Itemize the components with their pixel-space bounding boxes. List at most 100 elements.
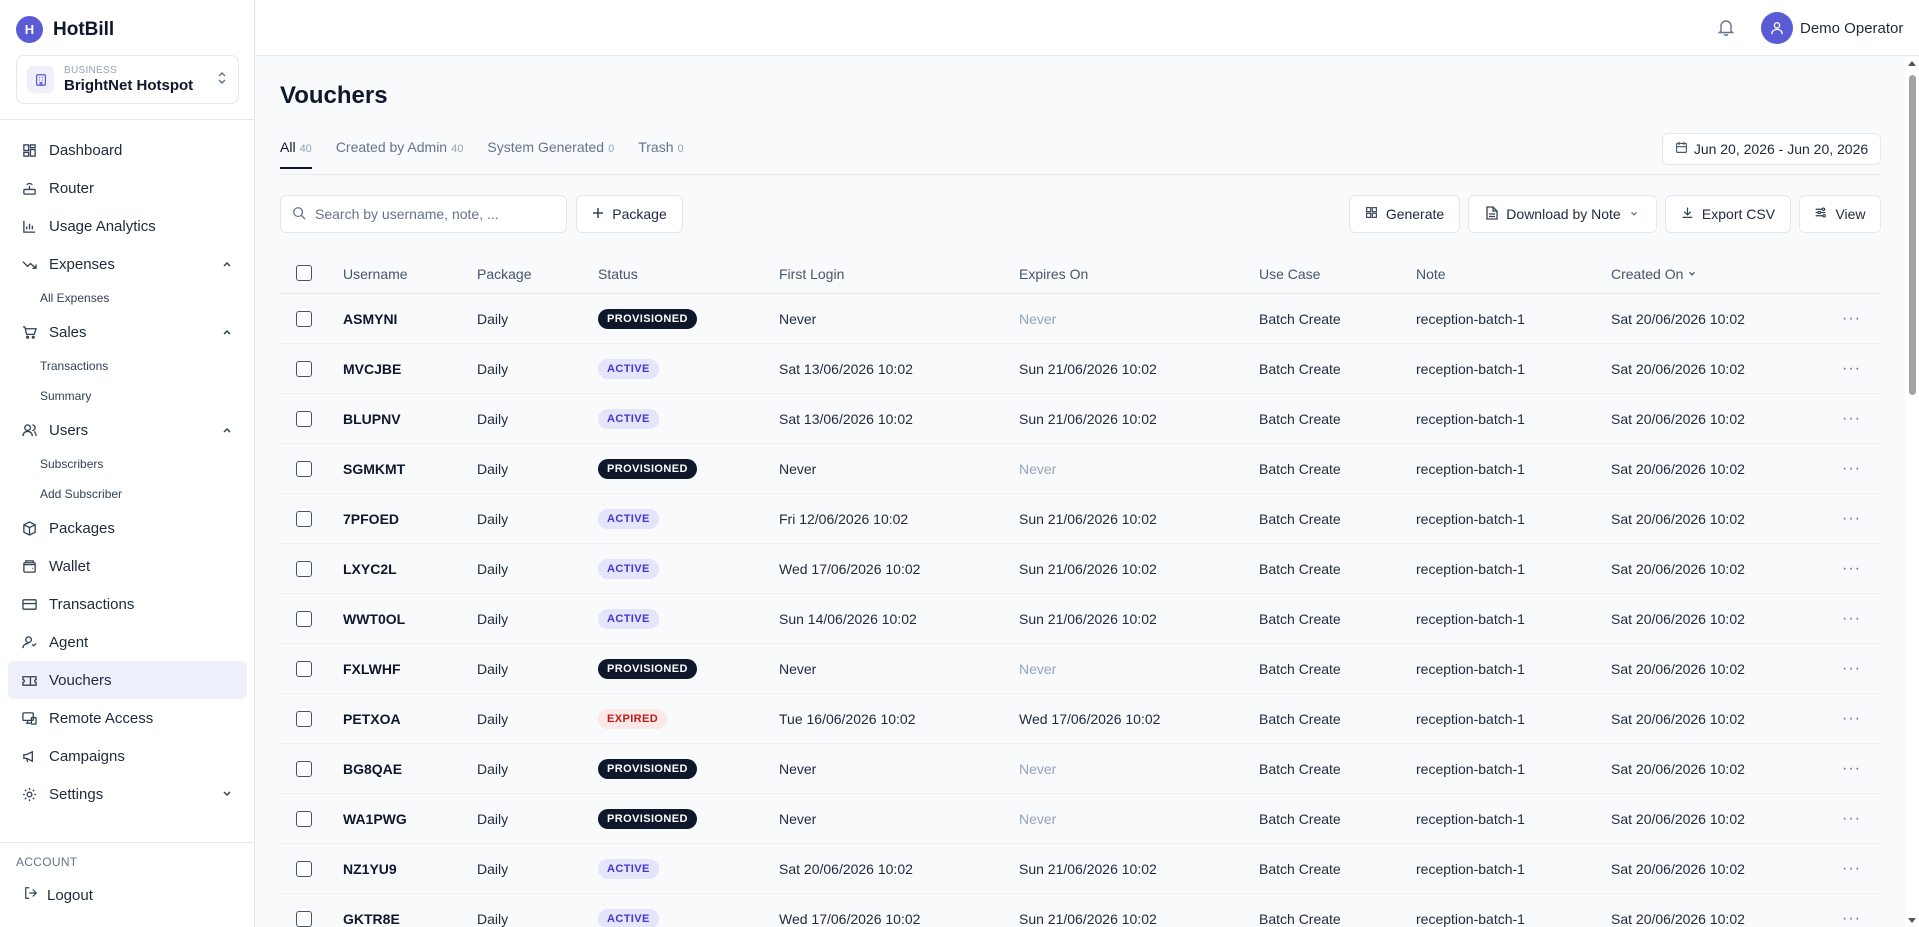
scrollbar-thumb[interactable]: [1909, 75, 1916, 395]
sidebar-subitem-summary[interactable]: Summary: [8, 381, 247, 411]
table-row[interactable]: ASMYNI Daily PROVISIONED Never Never Batch Cr…: [280, 294, 1881, 344]
sidebar-item-sales[interactable]: Sales: [8, 313, 247, 351]
view-options-button[interactable]: View: [1799, 195, 1881, 233]
sidebar-item-usage-analytics[interactable]: Usage Analytics: [8, 207, 247, 245]
row-checkbox[interactable]: [296, 461, 312, 477]
row-checkbox[interactable]: [296, 661, 312, 677]
sidebar-subitem-transactions[interactable]: Transactions: [8, 351, 247, 381]
search-icon: [292, 206, 306, 223]
cell-status: PROVISIONED: [598, 308, 697, 329]
generate-button[interactable]: Generate: [1349, 195, 1460, 233]
download-by-note-label: Download by Note: [1506, 206, 1621, 222]
row-checkbox[interactable]: [296, 611, 312, 627]
sidebar-item-users[interactable]: Users: [8, 411, 247, 449]
row-checkbox[interactable]: [296, 761, 312, 777]
scroll-up-arrow-icon[interactable]: [1908, 61, 1916, 66]
table-row[interactable]: WA1PWG Daily PROVISIONED Never Never Batch Cr…: [280, 794, 1881, 844]
row-checkbox[interactable]: [296, 511, 312, 527]
table-row[interactable]: FXLWHF Daily PROVISIONED Never Never Batch Cr…: [280, 644, 1881, 694]
row-checkbox[interactable]: [296, 861, 312, 877]
row-checkbox[interactable]: [296, 811, 312, 827]
table-row[interactable]: PETXOA Daily EXPIRED Tue 16/06/2026 10:02 We…: [280, 694, 1881, 744]
sidebar-nav: Dashboard Router Usage Analytics Expense…: [8, 131, 247, 813]
sidebar-item-campaigns[interactable]: Campaigns: [8, 737, 247, 775]
sidebar-item-expenses[interactable]: Expenses: [8, 245, 247, 283]
row-actions-more-icon[interactable]: ···: [1842, 810, 1861, 828]
row-actions-more-icon[interactable]: ···: [1842, 460, 1861, 478]
sidebar-item-remote-access[interactable]: Remote Access: [8, 699, 247, 737]
logout-button[interactable]: Logout: [24, 886, 93, 904]
column-header-status[interactable]: Status: [598, 266, 638, 282]
table-row[interactable]: SGMKMT Daily PROVISIONED Never Never Batch Cr…: [280, 444, 1881, 494]
cell-use-case: Batch Create: [1259, 660, 1341, 677]
tab-created-by-admin[interactable]: Created by Admin 40: [336, 133, 464, 169]
row-actions-more-icon[interactable]: ···: [1842, 560, 1861, 578]
table-row[interactable]: BG8QAE Daily PROVISIONED Never Never Batch Cr…: [280, 744, 1881, 794]
row-checkbox[interactable]: [296, 311, 312, 327]
cell-created-on: Sat 20/06/2026 10:02: [1611, 410, 1745, 427]
column-header-note[interactable]: Note: [1416, 266, 1446, 282]
sidebar-item-settings[interactable]: Settings: [8, 775, 247, 813]
row-checkbox[interactable]: [296, 361, 312, 377]
table-row[interactable]: BLUPNV Daily ACTIVE Sat 13/06/2026 10:02 Sun…: [280, 394, 1881, 444]
row-actions-more-icon[interactable]: ···: [1842, 860, 1861, 878]
scroll-down-arrow-icon[interactable]: [1908, 918, 1916, 923]
row-actions-more-icon[interactable]: ···: [1842, 510, 1861, 528]
row-checkbox[interactable]: [296, 911, 312, 927]
download-by-note-button[interactable]: Download by Note: [1468, 195, 1657, 233]
package-filter-label: Package: [612, 206, 667, 222]
table-row[interactable]: GKTR8E Daily ACTIVE Wed 17/06/2026 10:02 Sun…: [280, 894, 1881, 927]
row-checkbox[interactable]: [296, 561, 312, 577]
row-actions-more-icon[interactable]: ···: [1842, 910, 1861, 927]
sidebar-item-wallet[interactable]: Wallet: [8, 547, 247, 585]
table-row[interactable]: 7PFOED Daily ACTIVE Fri 12/06/2026 10:02 Sun…: [280, 494, 1881, 544]
column-header-use-case[interactable]: Use Case: [1259, 266, 1320, 282]
sidebar-item-agent[interactable]: Agent: [8, 623, 247, 661]
row-actions-more-icon[interactable]: ···: [1842, 610, 1861, 628]
row-actions-more-icon[interactable]: ···: [1842, 710, 1861, 728]
select-all-checkbox[interactable]: [296, 265, 312, 281]
sidebar-item-transactions[interactable]: Transactions: [8, 585, 247, 623]
row-actions-more-icon[interactable]: ···: [1842, 310, 1861, 328]
search-input[interactable]: [315, 206, 555, 222]
cell-username: ASMYNI: [343, 310, 398, 327]
row-actions-more-icon[interactable]: ···: [1842, 410, 1861, 428]
search-box[interactable]: [280, 195, 567, 233]
table-row[interactable]: LXYC2L Daily ACTIVE Wed 17/06/2026 10:02 Sun…: [280, 544, 1881, 594]
date-range-picker[interactable]: Jun 20, 2026 - Jun 20, 2026: [1662, 133, 1881, 165]
bell-icon[interactable]: [1717, 19, 1735, 39]
row-actions-more-icon[interactable]: ···: [1842, 660, 1861, 678]
sidebar-subitem-subscribers[interactable]: Subscribers: [8, 449, 247, 479]
sidebar-item-router[interactable]: Router: [8, 169, 247, 207]
table-row[interactable]: MVCJBE Daily ACTIVE Sat 13/06/2026 10:02 Sun…: [280, 344, 1881, 394]
table-row[interactable]: WWT0OL Daily ACTIVE Sun 14/06/2026 10:02 Sun…: [280, 594, 1881, 644]
sidebar-item-packages[interactable]: Packages: [8, 509, 247, 547]
sidebar-subitem-add-subscriber[interactable]: Add Subscriber: [8, 479, 247, 509]
row-actions-more-icon[interactable]: ···: [1842, 360, 1861, 378]
cell-expires-on: Wed 17/06/2026 10:02: [1019, 710, 1161, 727]
tab-trash[interactable]: Trash 0: [638, 133, 683, 169]
user-name[interactable]: Demo Operator: [1800, 20, 1903, 37]
sidebar-item-dashboard[interactable]: Dashboard: [8, 131, 247, 169]
status-badge: ACTIVE: [598, 508, 659, 529]
column-header-created-on[interactable]: Created On: [1611, 266, 1697, 282]
column-header-expires-on[interactable]: Expires On: [1019, 266, 1088, 282]
tab-all[interactable]: All 40: [280, 133, 312, 169]
user-avatar[interactable]: [1761, 12, 1793, 44]
package-filter-button[interactable]: Package: [576, 195, 683, 233]
row-checkbox[interactable]: [296, 411, 312, 427]
sidebar-item-vouchers[interactable]: Vouchers: [8, 661, 247, 699]
row-actions-more-icon[interactable]: ···: [1842, 760, 1861, 778]
column-header-first-login[interactable]: First Login: [779, 266, 844, 282]
cell-package: Daily: [477, 460, 509, 477]
page-scrollbar[interactable]: [1905, 57, 1919, 927]
column-header-package[interactable]: Package: [477, 266, 531, 282]
business-switcher[interactable]: BUSINESS BrightNet Hotspot: [16, 55, 239, 104]
sidebar-subitem-all-expenses[interactable]: All Expenses: [8, 283, 247, 313]
brand[interactable]: H HotBill: [16, 16, 114, 43]
export-csv-button[interactable]: Export CSV: [1665, 195, 1791, 233]
column-header-username[interactable]: Username: [343, 266, 408, 282]
table-row[interactable]: NZ1YU9 Daily ACTIVE Sat 20/06/2026 10:02 Sun…: [280, 844, 1881, 894]
row-checkbox[interactable]: [296, 711, 312, 727]
tab-system-generated[interactable]: System Generated 0: [487, 133, 614, 169]
